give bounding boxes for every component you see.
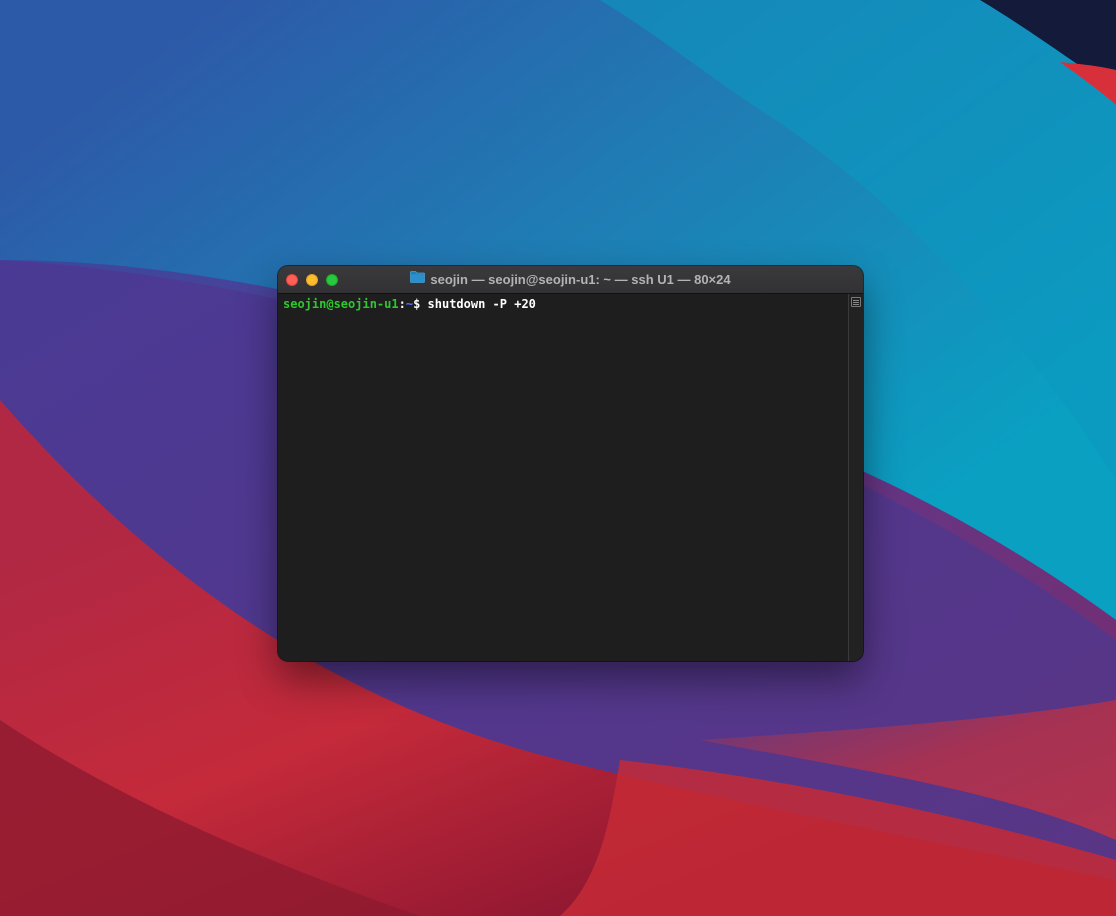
split-pane-icon[interactable] — [851, 297, 861, 307]
maximize-button[interactable] — [326, 274, 338, 286]
prompt-user-host: seojin@seojin-u1 — [283, 297, 399, 311]
terminal-window[interactable]: seojin — seojin@seojin-u1: ~ — ssh U1 — … — [278, 266, 863, 661]
prompt-symbol: $ — [413, 297, 421, 311]
terminal-content[interactable]: seojin@seojin-u1:~$ shutdown -P +20 — [278, 294, 848, 661]
folder-icon — [410, 266, 426, 293]
window-titlebar[interactable]: seojin — seojin@seojin-u1: ~ — ssh U1 — … — [278, 266, 863, 294]
window-title: seojin — seojin@seojin-u1: ~ — ssh U1 — … — [278, 266, 863, 294]
command-text: shutdown -P +20 — [427, 297, 536, 311]
close-button[interactable] — [286, 274, 298, 286]
scrollbar[interactable] — [848, 294, 863, 661]
terminal-line: seojin@seojin-u1:~$ shutdown -P +20 — [283, 297, 536, 312]
prompt-separator: : — [398, 297, 406, 311]
minimize-button[interactable] — [306, 274, 318, 286]
prompt-path: ~ — [405, 297, 414, 311]
window-title-text: seojin — seojin@seojin-u1: ~ — ssh U1 — … — [430, 272, 731, 287]
